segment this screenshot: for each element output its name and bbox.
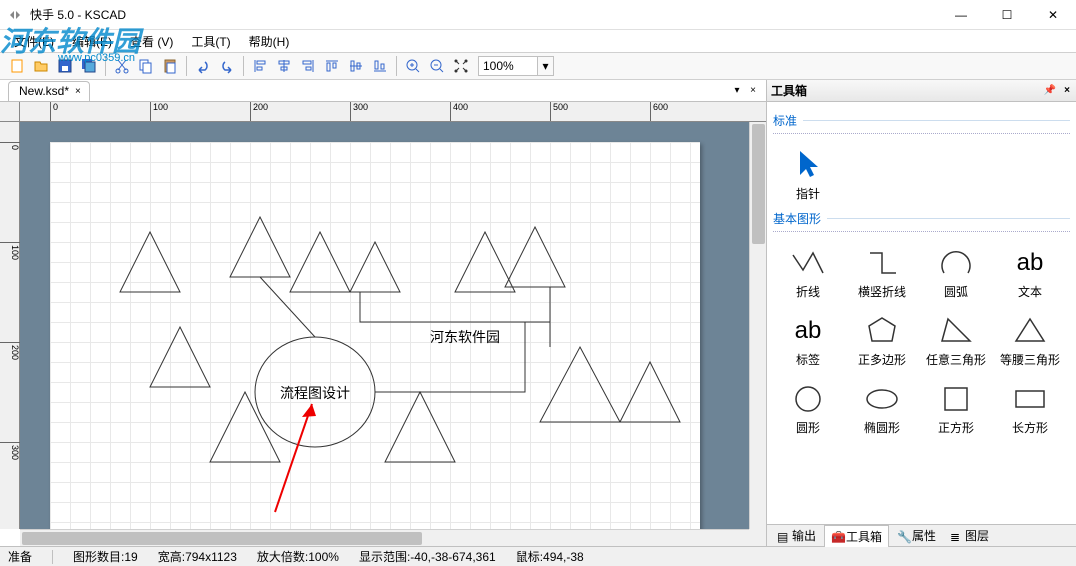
align-right-button[interactable] — [297, 55, 319, 77]
tool-pointer[interactable]: 指针 — [773, 142, 843, 206]
vertical-scrollbar[interactable] — [749, 122, 766, 529]
tab-dropdown-button[interactable]: ▾ — [730, 83, 744, 97]
align-middle-button[interactable] — [345, 55, 367, 77]
document-tab-label: New.ksd* — [19, 84, 69, 98]
saveall-button[interactable] — [78, 55, 100, 77]
panel-tab-output[interactable]: ▤输出 — [771, 525, 822, 546]
document-tabbar: New.ksd* × ▾ × — [0, 80, 766, 102]
props-icon: 🔧 — [897, 530, 909, 542]
vertical-ruler: 0 100 200 300 — [0, 122, 20, 529]
status-mouse: 鼠标:494,-38 — [516, 548, 584, 565]
tool-text[interactable]: ab 文本 — [995, 240, 1065, 304]
align-bottom-button[interactable] — [369, 55, 391, 77]
open-button[interactable] — [30, 55, 52, 77]
tool-hvpolyline[interactable]: 横竖折线 — [847, 240, 917, 304]
align-left-button[interactable] — [249, 55, 271, 77]
new-button[interactable] — [6, 55, 28, 77]
canvas[interactable]: 流程图设计 河东软件园 — [20, 122, 749, 529]
zoom-input[interactable] — [478, 56, 538, 76]
toolbox-header: 工具箱 📌 × — [767, 80, 1076, 102]
horizontal-ruler: 0 100 200 300 400 500 600 — [20, 102, 766, 122]
document-tab[interactable]: New.ksd* × — [8, 81, 90, 101]
status-zoom: 放大倍数:100% — [257, 548, 339, 565]
menu-tools[interactable]: 工具(T) — [183, 31, 238, 52]
toolbox-title: 工具箱 — [771, 82, 807, 99]
menu-help[interactable]: 帮助(H) — [241, 31, 298, 52]
tool-triangle-iso[interactable]: 等腰三角形 — [995, 308, 1065, 372]
save-button[interactable] — [54, 55, 76, 77]
tool-arc[interactable]: 圆弧 — [921, 240, 991, 304]
zoom-dropdown[interactable]: ▾ — [538, 56, 554, 76]
tool-square[interactable]: 正方形 — [921, 376, 991, 440]
section-standard: 标准 — [773, 108, 1070, 134]
close-button[interactable]: ✕ — [1030, 0, 1076, 30]
zoom-out-button[interactable] — [426, 55, 448, 77]
panel-tab-toolbox[interactable]: 🧰工具箱 — [824, 525, 889, 547]
zoom-in-button[interactable] — [402, 55, 424, 77]
align-center-button[interactable] — [273, 55, 295, 77]
ellipse-text: 流程图设计 — [280, 385, 350, 401]
section-shapes: 基本图形 — [773, 206, 1070, 232]
tool-circle[interactable]: 圆形 — [773, 376, 843, 440]
align-top-button[interactable] — [321, 55, 343, 77]
tool-label[interactable]: ab 标签 — [773, 308, 843, 372]
menu-edit[interactable]: 编辑(E) — [64, 31, 120, 52]
redo-button[interactable] — [216, 55, 238, 77]
tool-rect[interactable]: 长方形 — [995, 376, 1065, 440]
tool-polyline[interactable]: 折线 — [773, 240, 843, 304]
toolbox-close-icon[interactable]: × — [1062, 85, 1072, 96]
maximize-button[interactable]: ☐ — [984, 0, 1030, 30]
tab-close-icon[interactable]: × — [75, 86, 85, 96]
output-icon: ▤ — [777, 530, 789, 542]
horizontal-scrollbar[interactable] — [20, 529, 749, 546]
menu-view[interactable]: 查看 (V) — [122, 31, 181, 52]
toolbar: ▾ — [0, 52, 1076, 80]
menubar: 文件(E) 编辑(E) 查看 (V) 工具(T) 帮助(H) — [0, 30, 1076, 52]
tab-close-all-button[interactable]: × — [746, 83, 760, 97]
menu-file[interactable]: 文件(E) — [6, 31, 62, 52]
status-ready: 准备 — [8, 548, 32, 565]
titlebar: 快手 5.0 - KSCAD — ☐ ✕ — [0, 0, 1076, 30]
tool-ellipse[interactable]: 椭圆形 — [847, 376, 917, 440]
window-title: 快手 5.0 - KSCAD — [30, 6, 126, 23]
app-icon — [8, 7, 24, 23]
toolbox-icon: 🧰 — [831, 530, 843, 542]
statusbar: 准备 图形数目:19 宽高:794x1123 放大倍数:100% 显示范围:-4… — [0, 546, 1076, 566]
paste-button[interactable] — [159, 55, 181, 77]
minimize-button[interactable]: — — [938, 0, 984, 30]
toolbox-pin-icon[interactable]: 📌 — [1042, 85, 1058, 96]
panel-tabs: ▤输出 🧰工具箱 🔧属性 ≣图层 — [767, 524, 1076, 546]
layers-icon: ≣ — [950, 530, 962, 542]
panel-tab-props[interactable]: 🔧属性 — [891, 525, 942, 546]
toolbox-panel: 工具箱 📌 × 标准 指针 基本图形 折线 — [766, 80, 1076, 546]
cut-button[interactable] — [111, 55, 133, 77]
tool-polygon[interactable]: 正多边形 — [847, 308, 917, 372]
tool-triangle-any[interactable]: 任意三角形 — [921, 308, 991, 372]
status-range: 显示范围:-40,-38-674,361 — [359, 548, 496, 565]
ruler-corner — [0, 102, 20, 122]
canvas-label: 河东软件园 — [430, 329, 500, 345]
status-count: 图形数目:19 — [73, 548, 138, 565]
paper[interactable]: 流程图设计 河东软件园 — [50, 142, 700, 529]
copy-button[interactable] — [135, 55, 157, 77]
undo-button[interactable] — [192, 55, 214, 77]
zoom-fit-button[interactable] — [450, 55, 472, 77]
status-size: 宽高:794x1123 — [158, 548, 237, 565]
panel-tab-layers[interactable]: ≣图层 — [944, 525, 995, 546]
